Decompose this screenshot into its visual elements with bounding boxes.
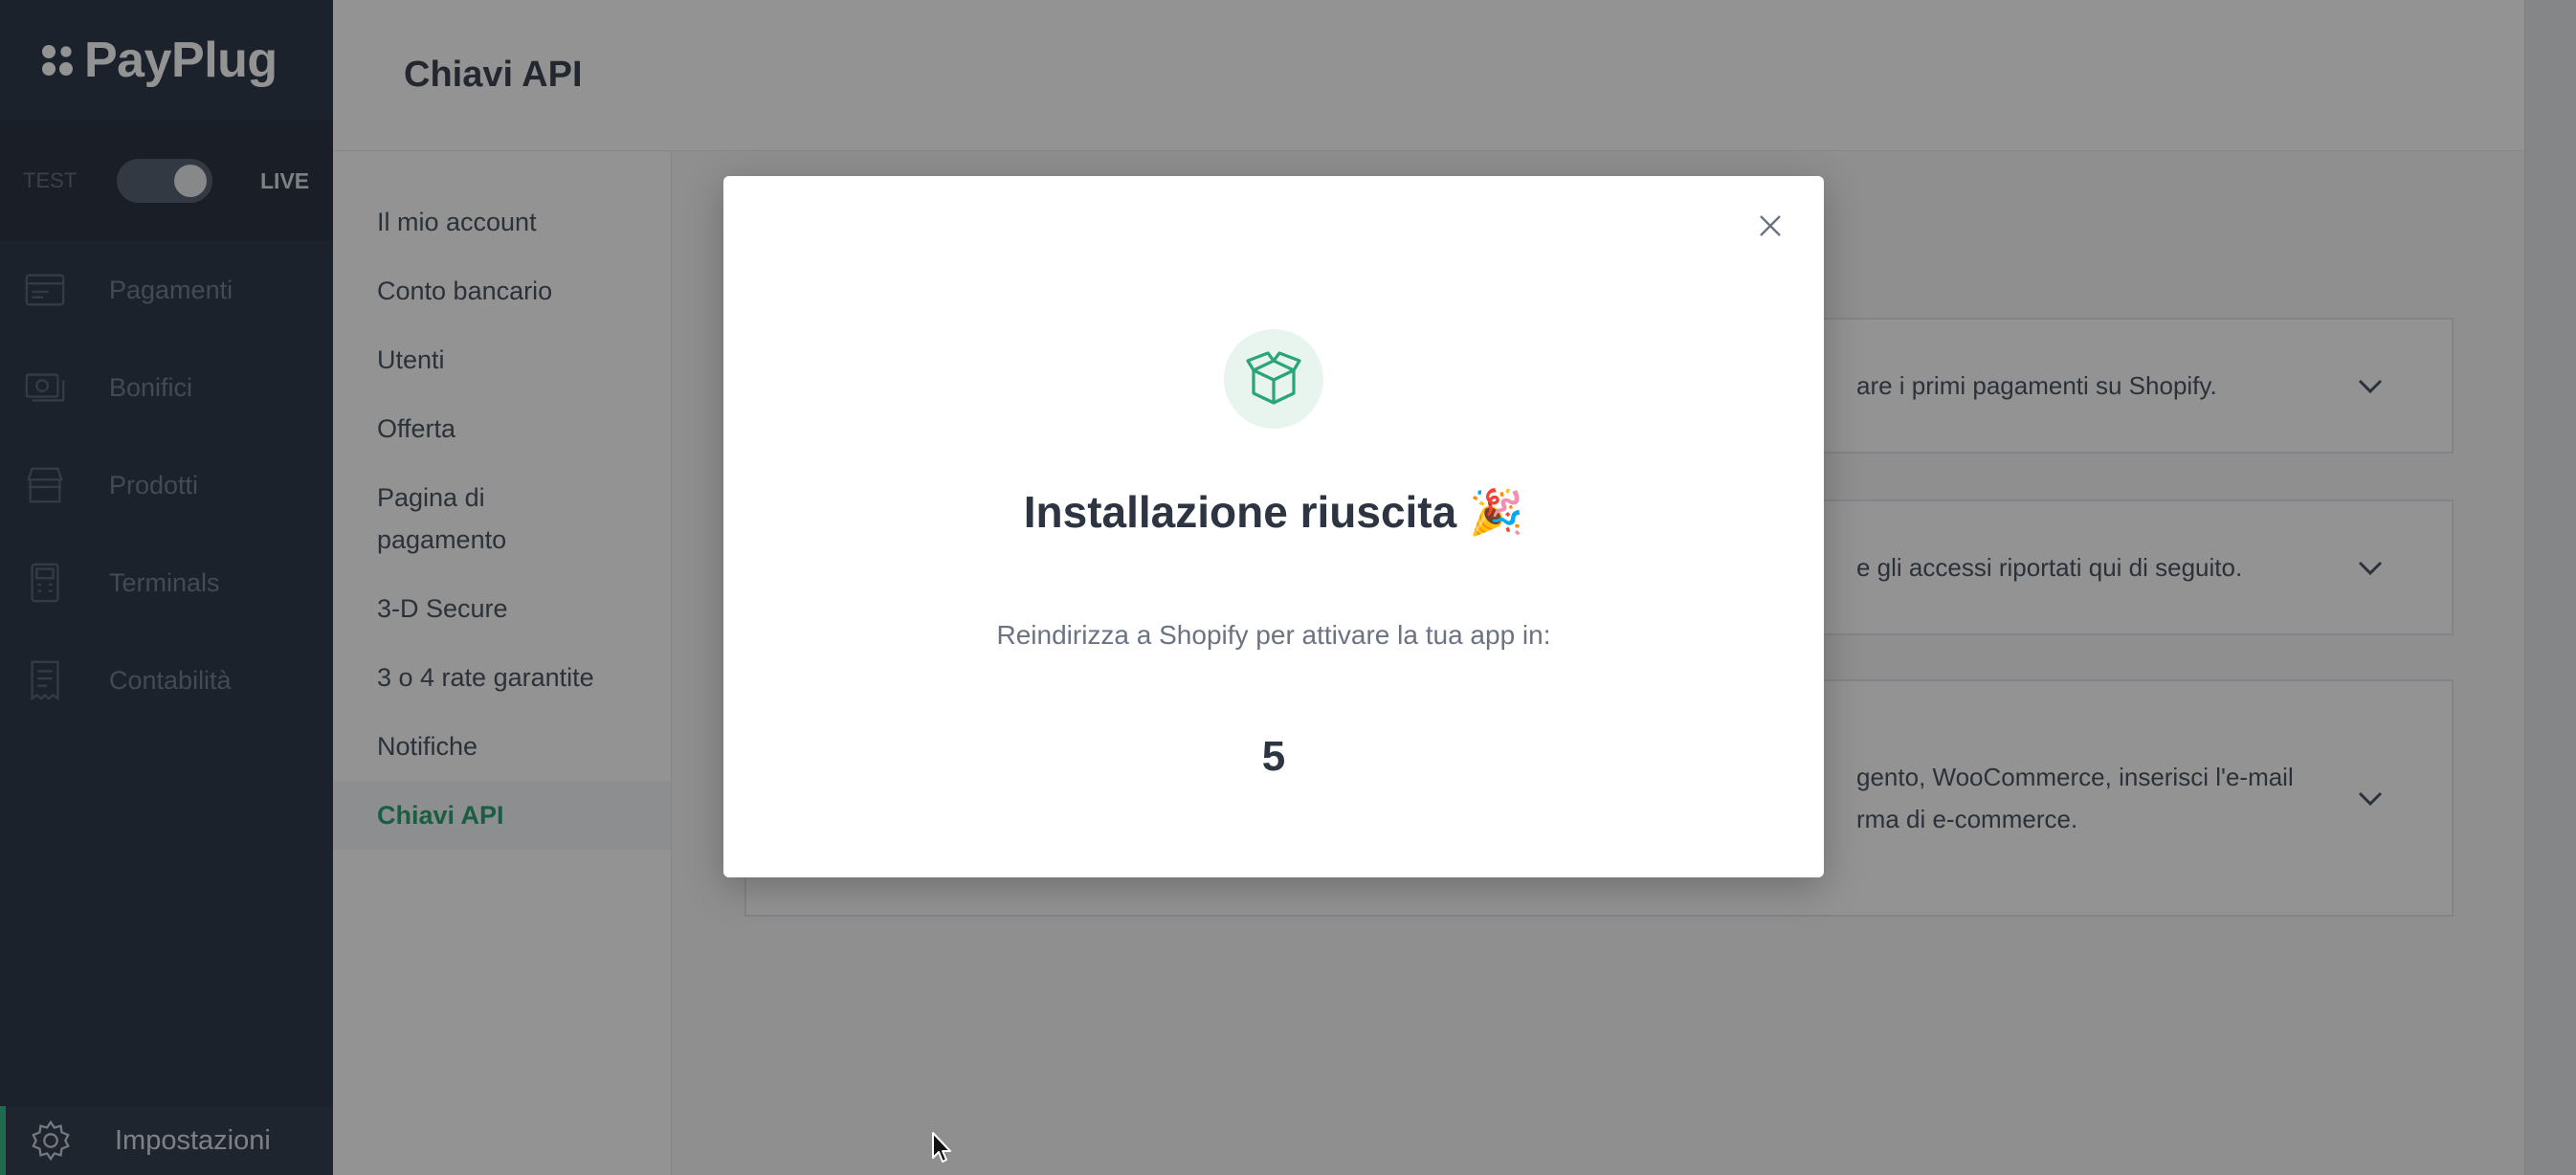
installation-success-modal: Installazione riuscita 🎉 Reindirizza a S…: [723, 176, 1824, 877]
mouse-cursor-icon: [932, 1132, 951, 1163]
redirect-countdown: 5: [1261, 733, 1286, 780]
package-box-icon: [1224, 329, 1323, 429]
modal-title: Installazione riuscita 🎉: [1023, 487, 1524, 537]
modal-subtitle: Reindirizza a Shopify per attivare la tu…: [996, 620, 1551, 650]
close-icon[interactable]: [1753, 209, 1788, 243]
